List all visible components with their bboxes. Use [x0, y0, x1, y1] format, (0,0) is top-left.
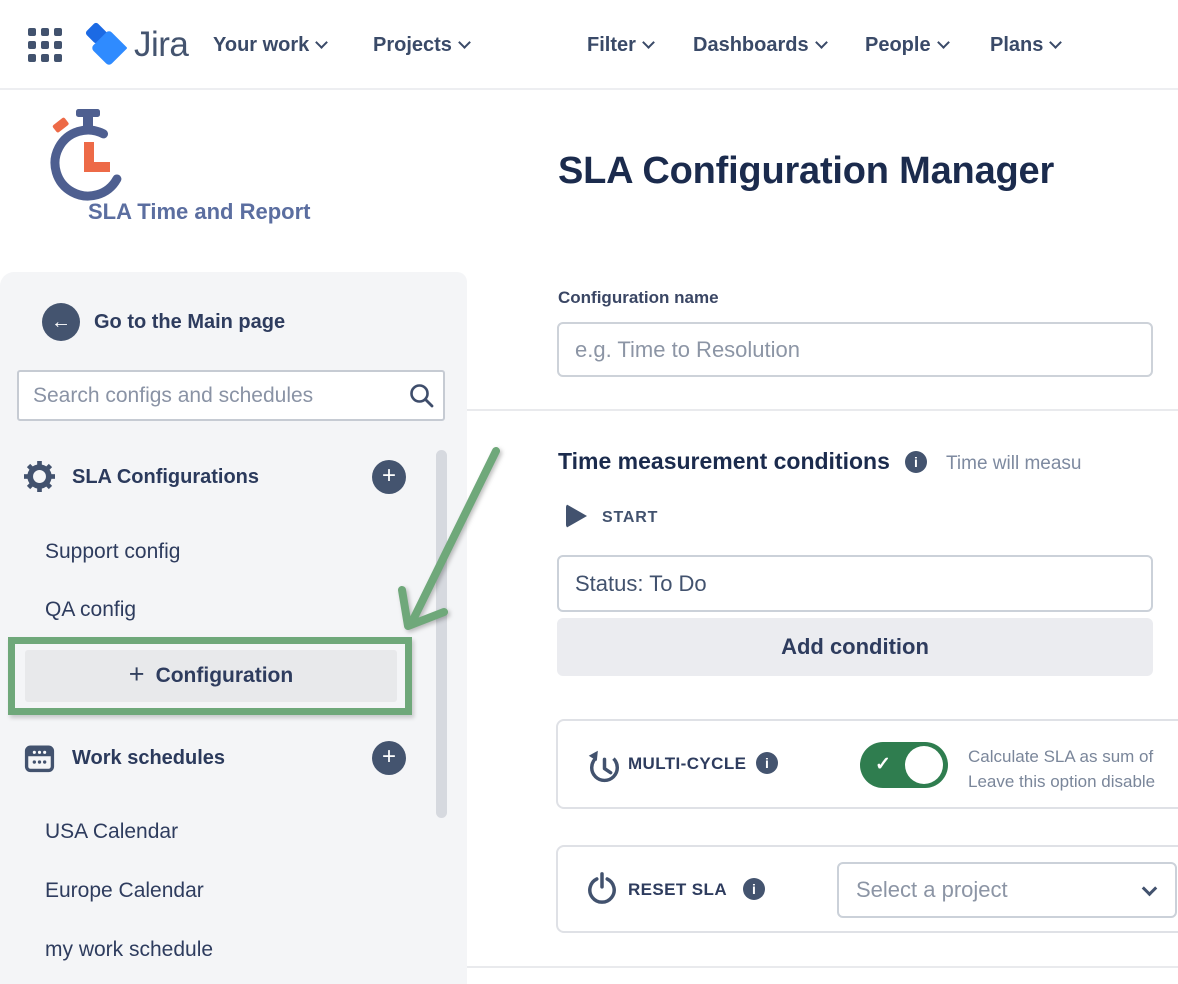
- nav-label: Your work: [213, 34, 309, 57]
- nav-label: Dashboards: [693, 34, 809, 57]
- page-title: SLA Configuration Manager: [558, 150, 1054, 193]
- info-glyph: i: [765, 755, 769, 771]
- start-label: START: [602, 509, 658, 527]
- info-glyph: i: [752, 881, 756, 897]
- info-glyph: i: [914, 454, 918, 470]
- configuration-name-input[interactable]: [557, 322, 1153, 377]
- chevron-down-icon: [1142, 881, 1158, 897]
- nav-plans[interactable]: Plans: [990, 0, 1060, 90]
- calendar-icon: [24, 742, 55, 773]
- divider: [467, 966, 1178, 968]
- jira-mark-icon: [82, 19, 130, 71]
- nav-label: Plans: [990, 34, 1043, 57]
- start-condition-value[interactable]: Status: To Do: [557, 555, 1153, 612]
- toggle-knob: [905, 746, 943, 784]
- start-play-icon: [566, 504, 587, 528]
- project-select-placeholder: Select a project: [856, 864, 1008, 916]
- add-work-schedule-button[interactable]: +: [372, 741, 406, 775]
- work-schedules-title: Work schedules: [72, 747, 225, 770]
- nav-projects[interactable]: Projects: [373, 0, 469, 90]
- info-icon[interactable]: i: [743, 878, 765, 900]
- plus-icon: +: [382, 743, 396, 770]
- chevron-down-icon: [937, 36, 950, 49]
- jira-wordmark: Jira: [134, 25, 188, 65]
- project-select[interactable]: Select a project: [837, 862, 1177, 918]
- go-to-main-page-link[interactable]: Go to the Main page: [94, 311, 285, 334]
- reset-sla-label: RESET SLA: [628, 880, 727, 900]
- nav-people[interactable]: People: [865, 0, 948, 90]
- jira-logo[interactable]: Jira: [82, 18, 188, 72]
- time-measurement-hint: Time will measu: [946, 453, 1178, 475]
- info-icon[interactable]: i: [756, 752, 778, 774]
- back-arrow-icon: ←: [51, 311, 71, 334]
- sidebar-item-my-work-schedule[interactable]: my work schedule: [45, 938, 213, 962]
- sidebar-item-qa-config[interactable]: QA config: [45, 598, 136, 622]
- add-condition-button[interactable]: Add condition: [557, 618, 1153, 676]
- sidebar-item-support-config[interactable]: Support config: [45, 540, 180, 564]
- configuration-name-label: Configuration name: [558, 288, 719, 308]
- multi-cycle-icon: [586, 742, 623, 787]
- chevron-down-icon: [315, 36, 328, 49]
- multi-cycle-label: MULTI-CYCLE: [628, 754, 746, 774]
- multi-cycle-description: Calculate SLA as sum of Leave this optio…: [968, 744, 1155, 794]
- sidebar-search: [17, 370, 445, 421]
- info-icon[interactable]: i: [905, 451, 927, 473]
- check-icon: ✓: [875, 753, 891, 776]
- sidebar-item-europe-calendar[interactable]: Europe Calendar: [45, 879, 204, 903]
- search-icon: [408, 382, 435, 409]
- search-input[interactable]: [17, 370, 445, 421]
- nav-dashboards[interactable]: Dashboards: [693, 0, 826, 90]
- chevron-down-icon: [815, 36, 828, 49]
- sidebar-item-usa-calendar[interactable]: USA Calendar: [45, 820, 178, 844]
- divider: [467, 409, 1178, 411]
- app-name: SLA Time and Report: [88, 199, 310, 225]
- multi-cycle-toggle[interactable]: ✓: [860, 742, 948, 788]
- top-nav: Jira Your work Projects Filter Dashboard…: [0, 0, 1178, 90]
- stopwatch-logo-icon: [42, 106, 138, 206]
- multi-cycle-card: MULTI-CYCLE i ✓ Calculate SLA as sum of …: [556, 719, 1178, 809]
- gear-icon: [24, 461, 55, 492]
- chevron-down-icon: [1049, 36, 1062, 49]
- nav-label: Projects: [373, 34, 452, 57]
- reset-sla-card: RESET SLA i Select a project: [556, 845, 1178, 933]
- description-line: Leave this option disable: [968, 769, 1155, 794]
- power-icon: [586, 872, 618, 908]
- app-switcher-icon[interactable]: [28, 28, 64, 64]
- nav-filter[interactable]: Filter: [587, 0, 653, 90]
- nav-label: Filter: [587, 34, 636, 57]
- screen: Jira Your work Projects Filter Dashboard…: [0, 0, 1178, 984]
- sla-configurations-title: SLA Configurations: [72, 466, 259, 489]
- chevron-down-icon: [642, 36, 655, 49]
- description-line: Calculate SLA as sum of: [968, 744, 1155, 769]
- time-measurement-heading: Time measurement conditions: [558, 448, 890, 475]
- annotation-highlight-box: [8, 637, 412, 715]
- chevron-down-icon: [458, 36, 471, 49]
- nav-label: People: [865, 34, 931, 57]
- back-button[interactable]: ←: [42, 303, 80, 341]
- annotation-arrow: [392, 440, 517, 640]
- nav-your-work[interactable]: Your work: [213, 0, 326, 90]
